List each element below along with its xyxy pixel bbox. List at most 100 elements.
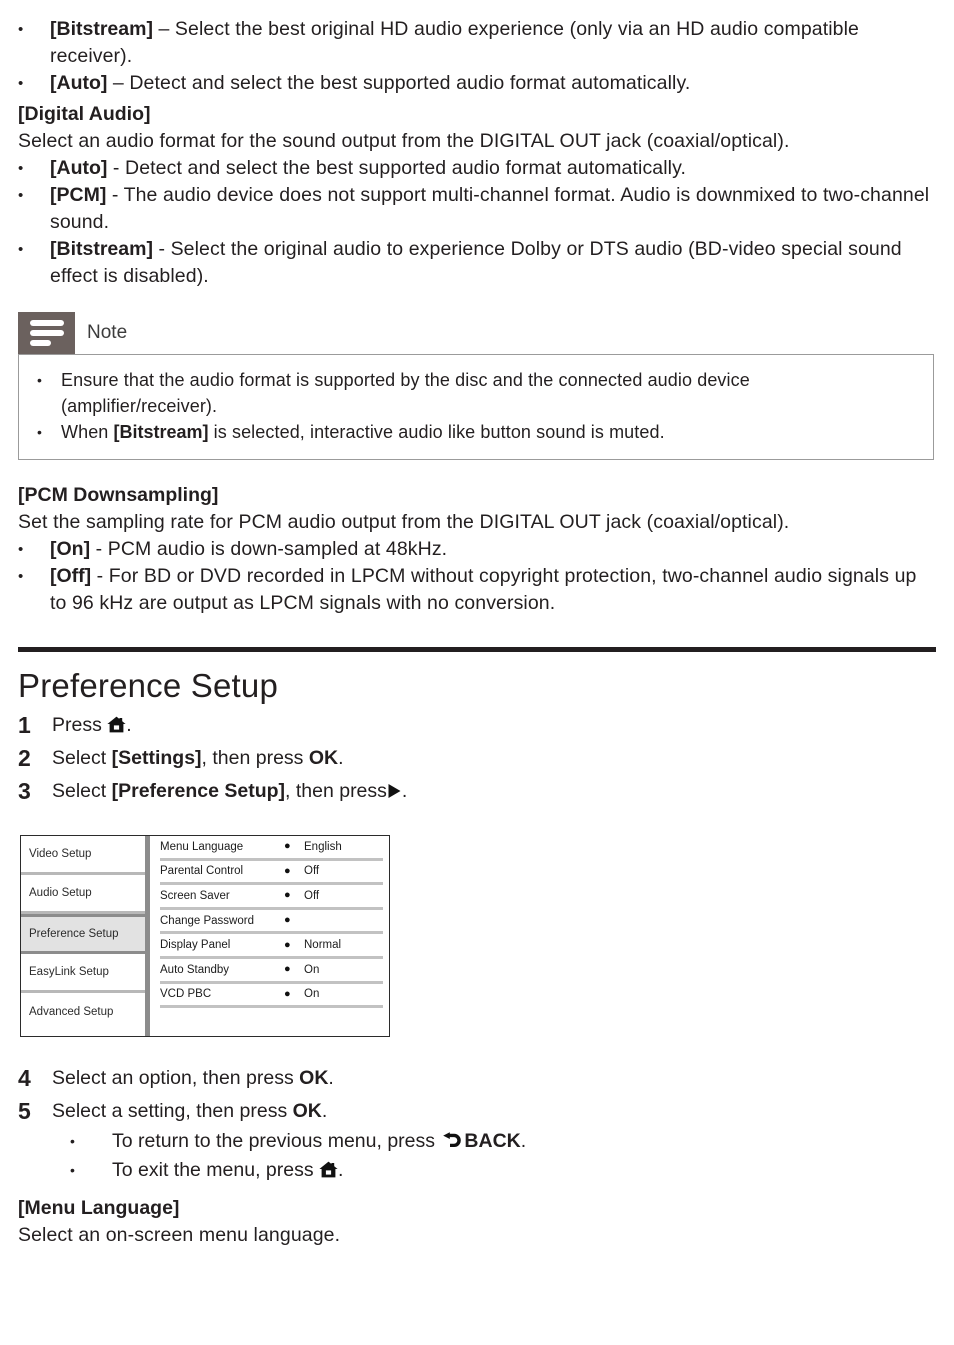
osd-row-label: Screen Saver (160, 889, 230, 902)
steps-list-bottom: 4 Select an option, then press OK. 5 Sel… (0, 1063, 954, 1185)
term-description: - Select the original audio to experienc… (50, 238, 902, 287)
term-label: [Settings] (111, 747, 202, 769)
osd-row-value: Off (304, 865, 320, 878)
back-key-label: BACK (464, 1130, 521, 1152)
sidebar-item-easylink-setup[interactable]: EasyLink Setup (21, 954, 145, 993)
ok-key-label: OK (299, 1067, 329, 1089)
play-right-icon (387, 778, 402, 798)
term-label: [Preference Setup] (111, 780, 286, 802)
list-item: • [Bitstream] - Select the original audi… (0, 236, 954, 290)
sidebar-item-advanced-setup[interactable]: Advanced Setup (21, 993, 145, 1032)
osd-row-label: Display Panel (160, 939, 231, 952)
step-number: 5 (18, 1098, 31, 1124)
steps-list-top: 1 Press . 2 Select [Settings], then pres… (0, 710, 954, 807)
note-callout: Note • Ensure that the audio format is s… (0, 312, 954, 460)
section-intro: Select an audio format for the sound out… (18, 130, 790, 152)
osd-row-change-password[interactable]: Change Password ● (160, 910, 383, 935)
note-header: Note (18, 312, 934, 354)
osd-row-parental-control[interactable]: Parental Control ● Off (160, 861, 383, 886)
sidebar-item-label: Video Setup (29, 848, 92, 861)
osd-menu-figure: Video Setup Audio Setup Preference Setup… (20, 835, 390, 1037)
list-item: • [Off] - For BD or DVD recorded in LPCM… (0, 563, 954, 617)
pcm-downsampling-section: [PCM Downsampling] Set the sampling rate… (0, 482, 954, 617)
term-description: – Select the best original HD audio expe… (50, 18, 859, 67)
term-description: - Detect and select the best supported a… (107, 157, 687, 179)
osd-row-display-panel[interactable]: Display Panel ● Normal (160, 934, 383, 959)
osd-row-value: On (304, 963, 320, 976)
note-body: • Ensure that the audio format is suppor… (18, 354, 934, 460)
step-4: 4 Select an option, then press OK. (0, 1063, 954, 1094)
note-text-pre: When (61, 422, 114, 442)
osd-row-auto-standby[interactable]: Auto Standby ● On (160, 959, 383, 984)
sidebar-item-audio-setup[interactable]: Audio Setup (21, 875, 145, 915)
sidebar-item-video-setup[interactable]: Video Setup (21, 836, 145, 876)
step-text: Select an option, then press OK. (52, 1063, 954, 1094)
bullet-glyph: • (18, 241, 24, 258)
osd-row-value: Normal (304, 939, 342, 952)
term-label: [Bitstream] (113, 422, 209, 442)
bullet-glyph: • (18, 160, 24, 177)
bullet-glyph: • (37, 424, 42, 440)
term-description: - PCM audio is down-sampled at 48kHz. (90, 538, 448, 560)
ok-key-label: OK (308, 747, 339, 769)
section-intro: Set the sampling rate for PCM audio outp… (18, 511, 790, 533)
sidebar-item-label: Advanced Setup (29, 1006, 114, 1019)
list-item-text: When [Bitstream] is selected, interactiv… (61, 419, 919, 445)
step-number: 3 (18, 778, 31, 804)
term-label: [Bitstream] (50, 18, 153, 40)
osd-sidebar: Video Setup Audio Setup Preference Setup… (21, 836, 145, 1036)
radio-dot-icon: ● (284, 864, 291, 877)
section-divider (18, 647, 936, 652)
step-text-mid: , then press (201, 747, 309, 769)
bullet-glyph: • (70, 1133, 75, 1149)
step-1: 1 Press . (0, 710, 954, 741)
term-label: [On] (50, 538, 91, 560)
step-text-post: . (321, 1100, 328, 1122)
step-text-pre: Select an option, then press (52, 1067, 300, 1089)
bullet-glyph: • (18, 541, 24, 558)
bullet-glyph: • (18, 187, 24, 204)
osd-row-label: Menu Language (160, 840, 244, 853)
osd-row-label: Change Password (160, 914, 254, 927)
step-text-pre: Select a setting, then press (52, 1100, 293, 1122)
list-item: • [PCM] - The audio device does not supp… (0, 182, 954, 236)
list-item-text: Ensure that the audio format is supporte… (61, 367, 919, 419)
substep-text-pre: To exit the menu, press (112, 1159, 320, 1181)
list-item: • When [Bitstream] is selected, interact… (29, 419, 919, 445)
list-item: • [Auto] - Detect and select the best su… (0, 155, 954, 182)
list-item-text: [On] - PCM audio is down-sampled at 48kH… (50, 536, 954, 563)
step-text-post: . (338, 747, 344, 769)
step-text-post: . (328, 1067, 334, 1089)
note-title: Note (87, 322, 128, 343)
home-icon (319, 1158, 338, 1178)
home-icon (107, 712, 126, 733)
radio-dot-icon: ● (284, 963, 291, 976)
page-title: Preference Setup (18, 667, 279, 704)
term-label: [Bitstream] (50, 238, 153, 260)
osd-row-value: English (304, 840, 342, 853)
list-item-text: [Auto] – Detect and select the best supp… (50, 70, 954, 97)
sidebar-item-label: Audio Setup (29, 887, 92, 900)
step-text-mid: , then press (285, 780, 387, 802)
osd-row-value: Off (304, 889, 320, 902)
section-heading: [PCM Downsampling] (18, 484, 219, 506)
osd-row-screen-saver[interactable]: Screen Saver ● Off (160, 885, 383, 910)
step-text-pre: Select (52, 747, 112, 769)
sidebar-item-preference-setup[interactable]: Preference Setup (21, 914, 145, 954)
step-text: Select [Settings], then press OK. (52, 743, 954, 774)
bullet-glyph: • (18, 75, 24, 92)
osd-row-vcd-pbc[interactable]: VCD PBC ● On (160, 984, 383, 1009)
substep-text: To return to the previous menu, press BA… (112, 1127, 954, 1156)
radio-dot-icon: ● (284, 889, 291, 902)
osd-row-menu-language[interactable]: Menu Language ● English (160, 836, 383, 861)
top-bullet-list: • [Bitstream] – Select the best original… (0, 0, 954, 97)
list-item-text: [Bitstream] – Select the best original H… (50, 16, 954, 70)
step-text-post: . (126, 714, 132, 736)
bullet-glyph: • (18, 21, 24, 38)
substep-exit: • To exit the menu, press . (0, 1156, 954, 1185)
term-description: - For BD or DVD recorded in LPCM without… (50, 565, 917, 614)
step-text: Press . (52, 710, 954, 741)
ok-key-label: OK (292, 1100, 322, 1122)
sidebar-item-label: EasyLink Setup (29, 965, 109, 978)
list-item-text: [Bitstream] - Select the original audio … (50, 236, 954, 290)
